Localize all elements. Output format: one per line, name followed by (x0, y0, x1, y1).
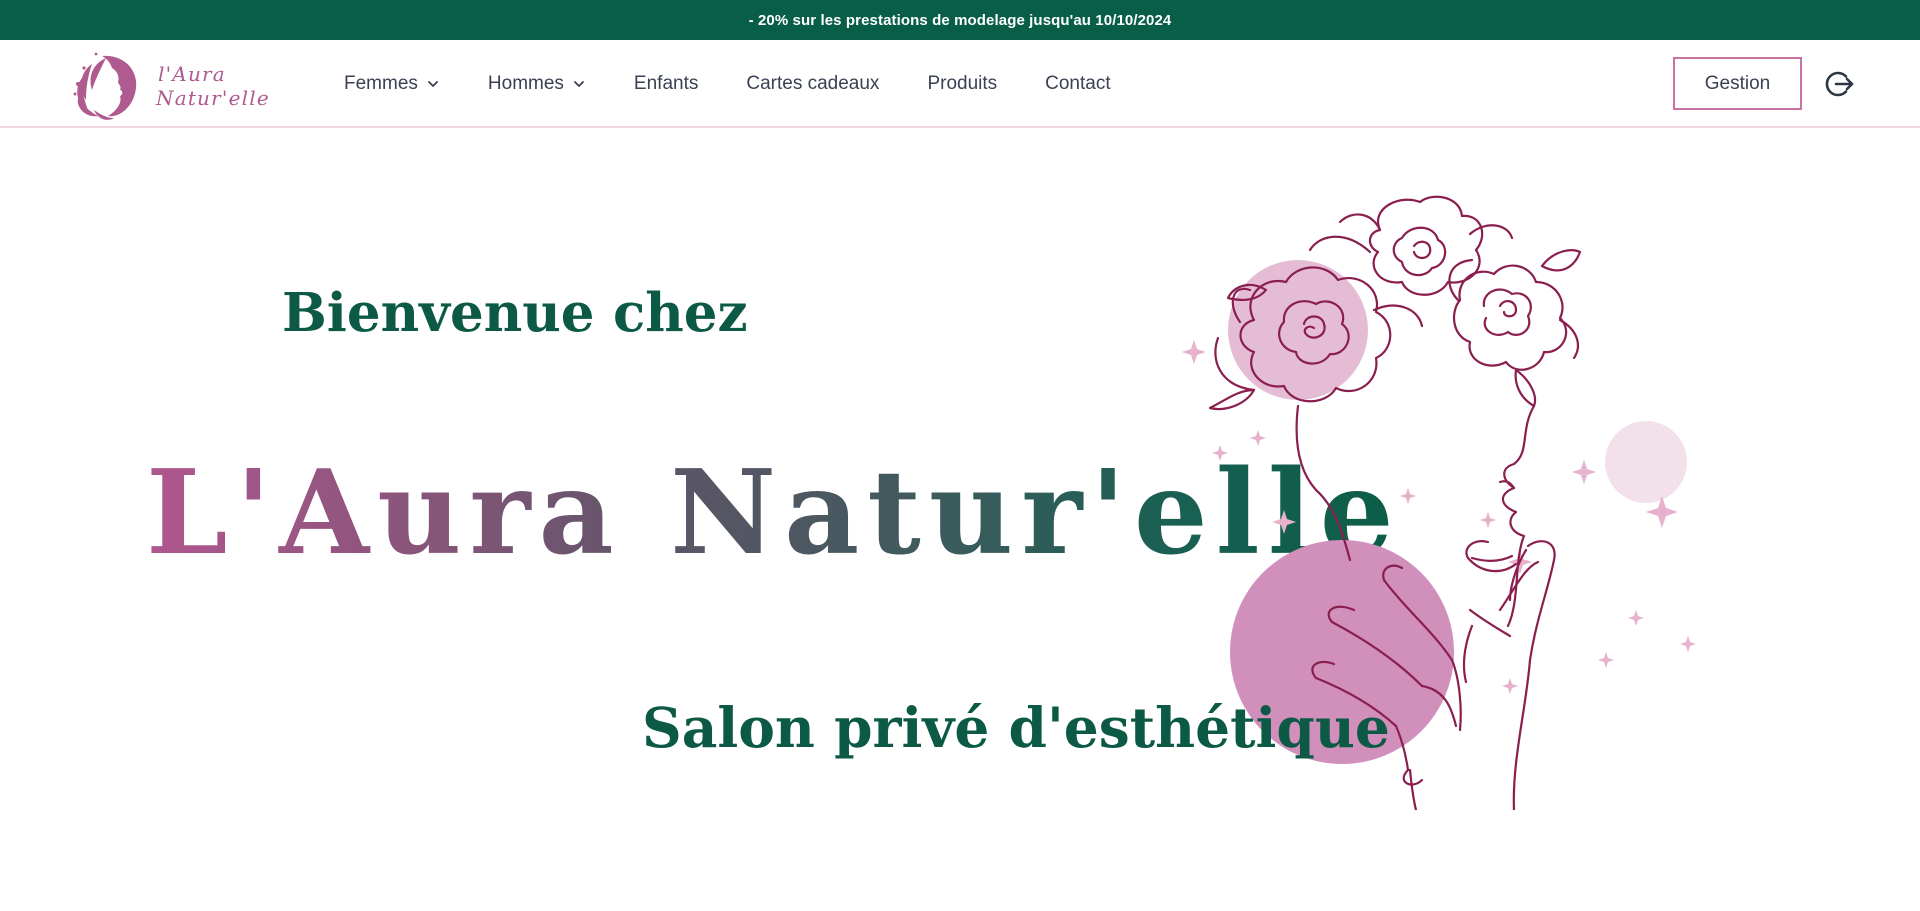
hero-welcome-heading: Bienvenue chez (282, 282, 748, 344)
chevron-down-icon (574, 81, 584, 87)
nav-item-label: Produits (927, 73, 998, 94)
nav-item-label: Hommes (487, 73, 564, 94)
nav-item-hommes[interactable]: Hommes (488, 73, 586, 95)
logo-line-2: Natur'elle (156, 86, 270, 110)
lotus-face-logo-icon (73, 52, 137, 120)
hero-section: Bienvenue chez L'Aura Natur'elle Salon p… (0, 130, 1920, 911)
promo-banner: - 20% sur les prestations de modelage ju… (0, 0, 1920, 40)
deco-circle-right (1605, 421, 1687, 503)
hero-tagline: Salon privé d'esthétique (642, 695, 1390, 760)
nav-item-enfants[interactable]: Enfants (634, 73, 698, 95)
nav-item-cartes-cadeaux[interactable]: Cartes cadeaux (746, 73, 879, 95)
nav-item-label: Cartes cadeaux (746, 73, 880, 94)
nav-item-label: Enfants (633, 73, 699, 94)
chevron-down-icon (428, 81, 438, 87)
logo-wordmark: l'Aura Natur'elle (156, 62, 270, 110)
nav-item-produits[interactable]: Produits (927, 73, 997, 95)
nav-item-label: Femmes (344, 73, 418, 94)
primary-menu: Femmes Hommes Enfants Cartes cadeaux Pro… (344, 40, 1111, 128)
nav-item-label: Contact (1045, 73, 1111, 94)
nav-item-contact[interactable]: Contact (1045, 73, 1110, 95)
logout-icon[interactable] (1824, 68, 1856, 100)
gestion-button[interactable]: Gestion (1673, 57, 1802, 110)
nav-item-femmes[interactable]: Femmes (344, 73, 440, 95)
site-logo[interactable]: l'Aura Natur'elle (72, 48, 272, 124)
main-navbar: l'Aura Natur'elle Femmes Hommes Enfants … (0, 40, 1920, 128)
logo-line-1: l'Aura (158, 62, 226, 86)
promo-text: - 20% sur les prestations de modelage ju… (748, 11, 1172, 29)
